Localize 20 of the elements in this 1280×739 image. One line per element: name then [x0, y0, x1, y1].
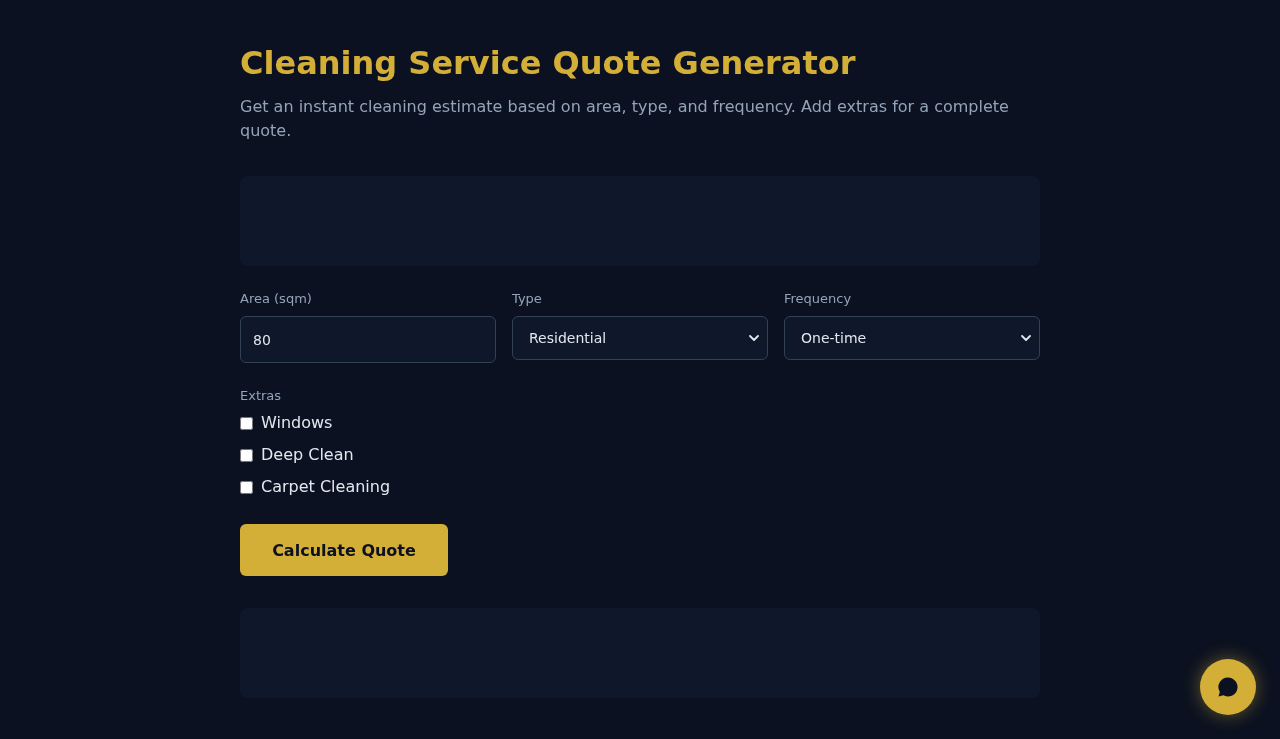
dropdown-select[interactable]: One-time — [784, 316, 1040, 360]
checkbox[interactable] — [240, 480, 253, 494]
field-label: Area (sqm) — [240, 291, 313, 307]
checkbox-label: Windows — [261, 412, 333, 434]
chat-button[interactable] — [1200, 659, 1256, 715]
extras-label: Extras — [240, 388, 283, 404]
checkbox-label: Carpet Cleaning — [261, 476, 391, 498]
chevron-down-icon — [1021, 334, 1031, 342]
calculate-quote-button[interactable]: Calculate Quote — [240, 524, 448, 576]
speech-bubble-icon — [1217, 676, 1239, 698]
checkbox[interactable] — [240, 448, 253, 462]
page-title: Cleaning Service Quote Generator — [240, 44, 857, 82]
checkbox[interactable] — [240, 416, 253, 430]
dropdown-select[interactable]: Residential — [512, 316, 768, 360]
area-input[interactable]: 80 — [240, 316, 496, 363]
chevron-down-icon — [749, 334, 759, 342]
checkbox-label: Deep Clean — [261, 444, 354, 466]
field-label: Type — [512, 291, 543, 307]
field-label: Frequency — [784, 291, 853, 307]
page-subtitle: Get an instant cleaning estimate based on area, type, and frequency. Add extras for a complete quote. — [240, 96, 1010, 142]
